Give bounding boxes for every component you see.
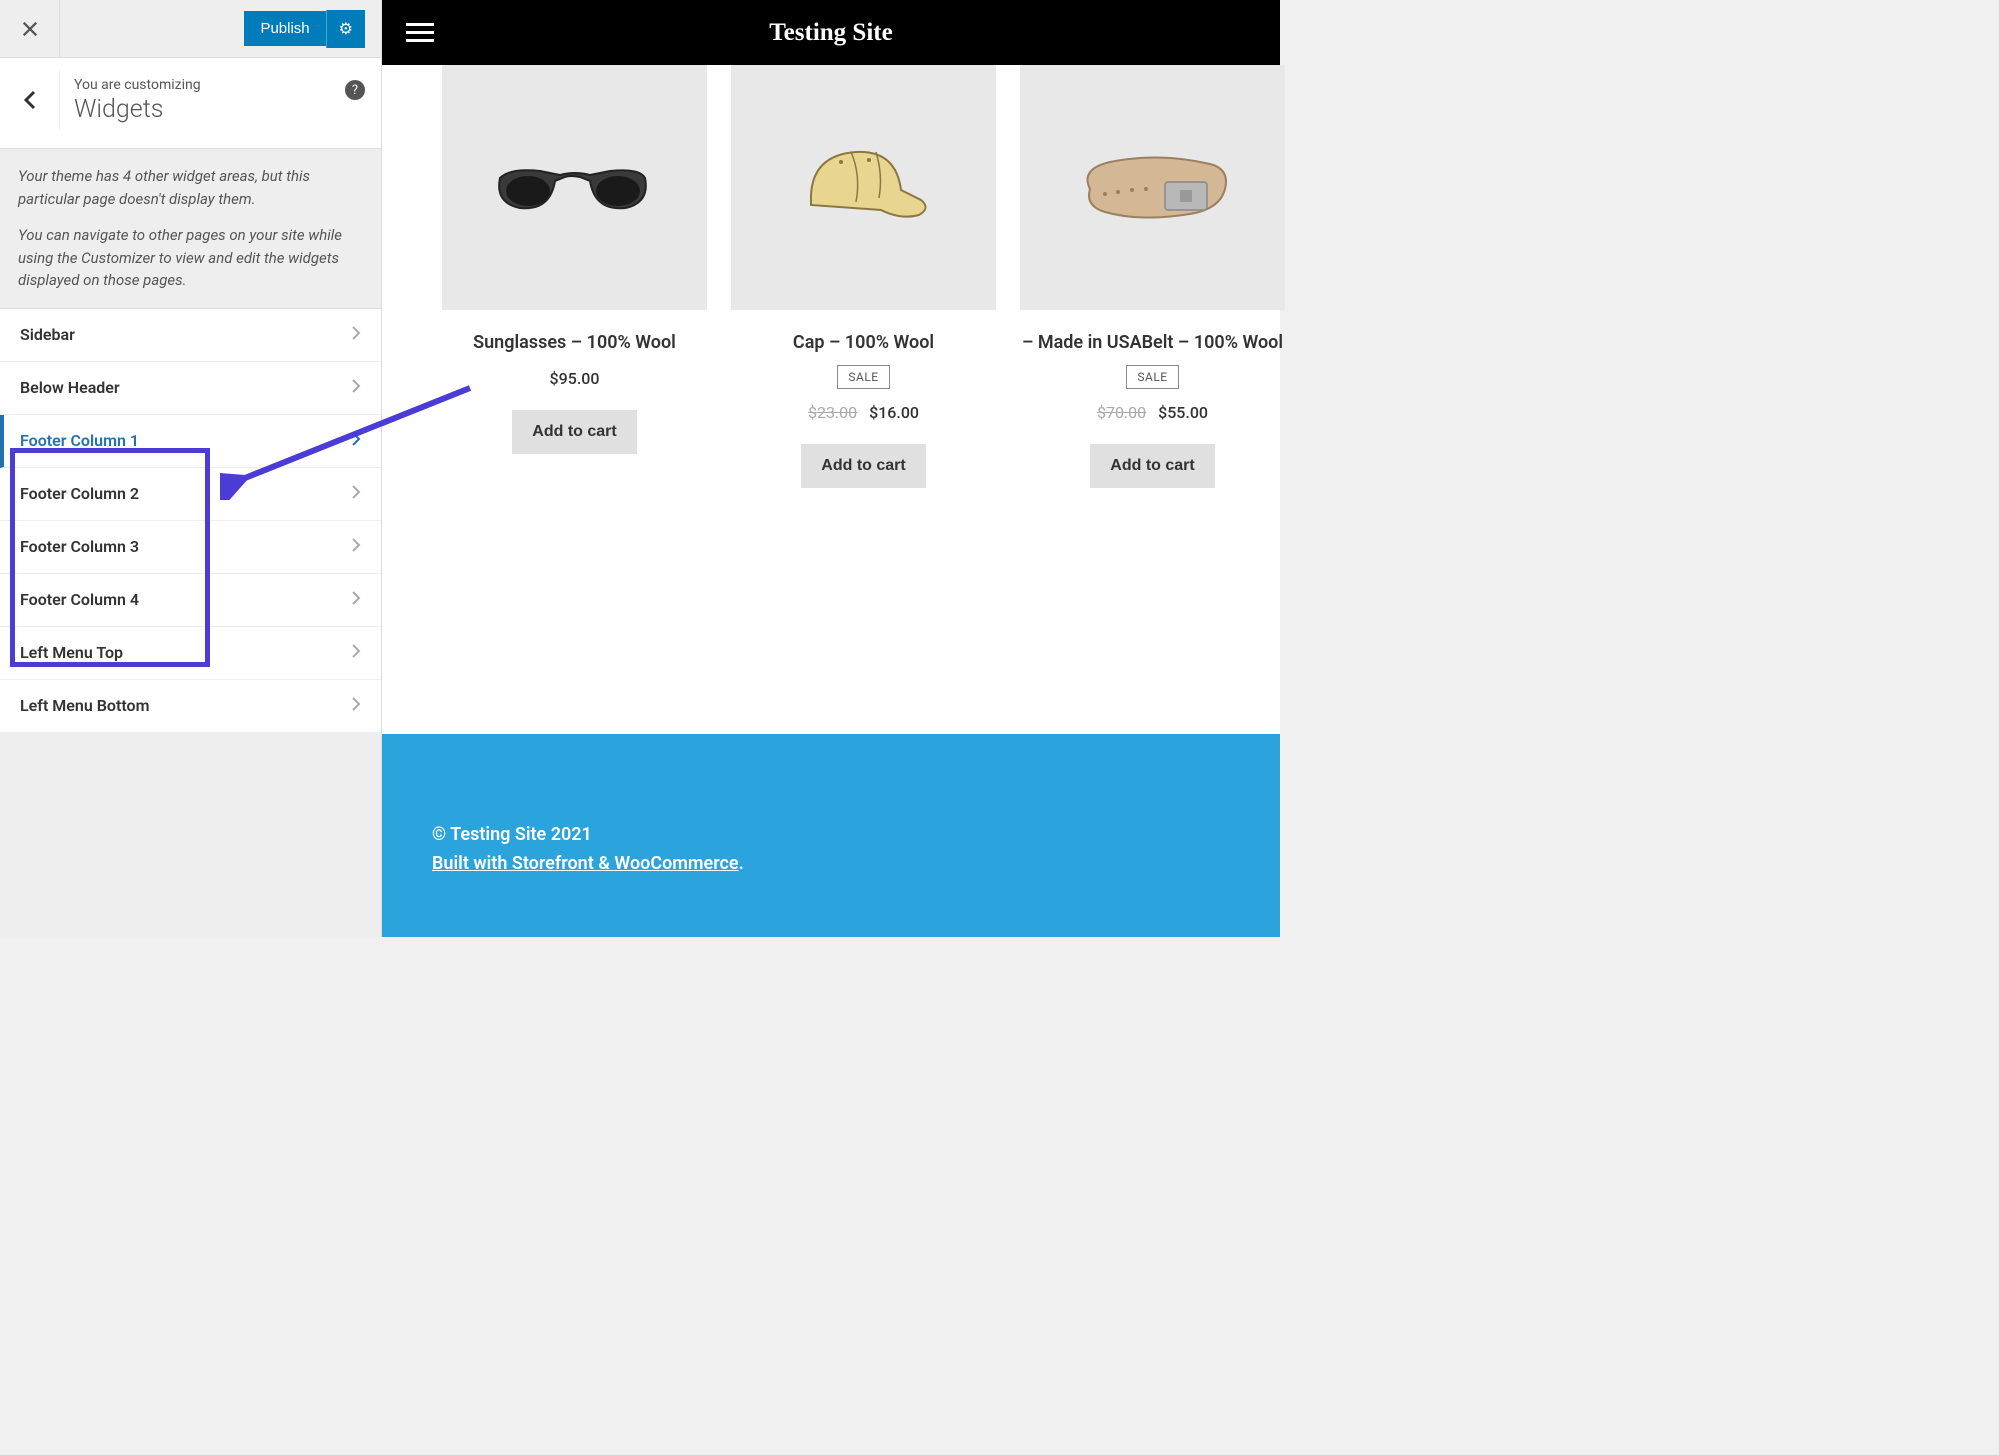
footer-credit: Built with Storefront & WooCommerce. [432, 853, 1230, 874]
site-preview: Testing Site Sunglasses – 100% Wool $95.… [382, 0, 1280, 937]
widget-area-footer-column-4[interactable]: Footer Column 4 [0, 574, 381, 627]
customizer-panel: Publish ⚙ You are customizing Widgets ? … [0, 0, 382, 937]
footer-credit-link[interactable]: Built with Storefront & WooCommerce [432, 853, 739, 874]
menu-toggle-button[interactable] [406, 23, 434, 43]
help-icon: ? [352, 83, 358, 98]
sale-badge: SALE [1126, 365, 1178, 389]
site-title: Testing Site [769, 19, 892, 47]
add-to-cart-button[interactable]: Add to cart [1090, 444, 1214, 488]
widget-area-footer-column-1[interactable]: Footer Column 1 [0, 415, 381, 468]
chevron-right-icon [351, 590, 361, 610]
widget-area-label: Left Menu Bottom [20, 696, 149, 715]
site-footer: © Testing Site 2021 Built with Storefron… [382, 734, 1280, 937]
widget-area-label: Footer Column 1 [20, 431, 139, 450]
publish-button-group: Publish ⚙ [244, 10, 381, 48]
product-image[interactable] [442, 65, 707, 310]
gear-icon: ⚙ [339, 21, 353, 38]
chevron-right-icon [351, 325, 361, 345]
help-button[interactable]: ? [345, 80, 365, 100]
product-card: Cap – 100% Wool SALE $23.00 $16.00 Add t… [731, 65, 996, 488]
chevron-right-icon [351, 643, 361, 663]
product-image[interactable] [731, 65, 996, 310]
product-name: Sunglasses – 100% Wool [442, 330, 707, 355]
cap-icon [791, 140, 936, 235]
add-to-cart-button[interactable]: Add to cart [801, 444, 925, 488]
product-image[interactable] [1020, 65, 1285, 310]
panel-description: Your theme has 4 other widget areas, but… [0, 149, 381, 308]
widget-area-below-header[interactable]: Below Header [0, 362, 381, 415]
price-current: $55.00 [1158, 403, 1208, 422]
widget-area-footer-column-3[interactable]: Footer Column 3 [0, 521, 381, 574]
product-name: Cap – 100% Wool [731, 330, 996, 355]
widget-areas-list: Sidebar Below Header Footer Column 1 Foo… [0, 308, 381, 733]
panel-title: Widgets [74, 95, 337, 124]
desc-line-2: You can navigate to other pages on your … [18, 224, 363, 292]
publish-settings-button[interactable]: ⚙ [326, 10, 365, 48]
chevron-right-icon [351, 537, 361, 557]
widget-area-left-menu-top[interactable]: Left Menu Top [0, 627, 381, 680]
sunglasses-icon [490, 153, 660, 223]
product-price: $70.00 $55.00 [1020, 403, 1285, 422]
belt-icon [1070, 144, 1235, 232]
product-price: $23.00 $16.00 [731, 403, 996, 422]
product-card: Sunglasses – 100% Wool $95.00 Add to car… [442, 65, 707, 488]
chevron-right-icon [351, 378, 361, 398]
chevron-right-icon [351, 431, 361, 451]
price-current: $16.00 [869, 403, 919, 422]
widget-area-label: Footer Column 3 [20, 537, 139, 556]
widget-area-sidebar[interactable]: Sidebar [0, 309, 381, 362]
price-current: $95.00 [550, 369, 600, 388]
back-button[interactable] [0, 70, 60, 130]
publish-button[interactable]: Publish [244, 11, 325, 46]
product-price: $95.00 [442, 369, 707, 388]
widget-area-label: Sidebar [20, 325, 75, 344]
widget-area-label: Footer Column 2 [20, 484, 139, 503]
product-card: – Made in USABelt – 100% Wool SALE $70.0… [1020, 65, 1285, 488]
product-name: – Made in USABelt – 100% Wool [1020, 330, 1285, 355]
widget-area-label: Footer Column 4 [20, 590, 139, 609]
panel-title-wrap: You are customizing Widgets [74, 77, 337, 124]
close-customizer-button[interactable] [0, 0, 60, 58]
chevron-right-icon [351, 484, 361, 504]
widget-area-label: Below Header [20, 378, 120, 397]
add-to-cart-button[interactable]: Add to cart [512, 410, 636, 454]
panel-subtitle: You are customizing [74, 77, 337, 93]
desc-line-1: Your theme has 4 other widget areas, but… [18, 165, 363, 210]
widget-area-footer-column-2[interactable]: Footer Column 2 [0, 468, 381, 521]
product-grid: Sunglasses – 100% Wool $95.00 Add to car… [382, 65, 1280, 528]
site-header: Testing Site [382, 0, 1280, 65]
price-original: $70.00 [1097, 403, 1146, 422]
customizer-topbar: Publish ⚙ [0, 0, 381, 58]
footer-copyright: © Testing Site 2021 [432, 824, 1230, 845]
sale-badge: SALE [837, 365, 889, 389]
price-original: $23.00 [808, 403, 857, 422]
panel-header: You are customizing Widgets ? [0, 58, 381, 149]
widget-area-left-menu-bottom[interactable]: Left Menu Bottom [0, 680, 381, 733]
chevron-right-icon [351, 696, 361, 716]
widget-area-label: Left Menu Top [20, 643, 123, 662]
